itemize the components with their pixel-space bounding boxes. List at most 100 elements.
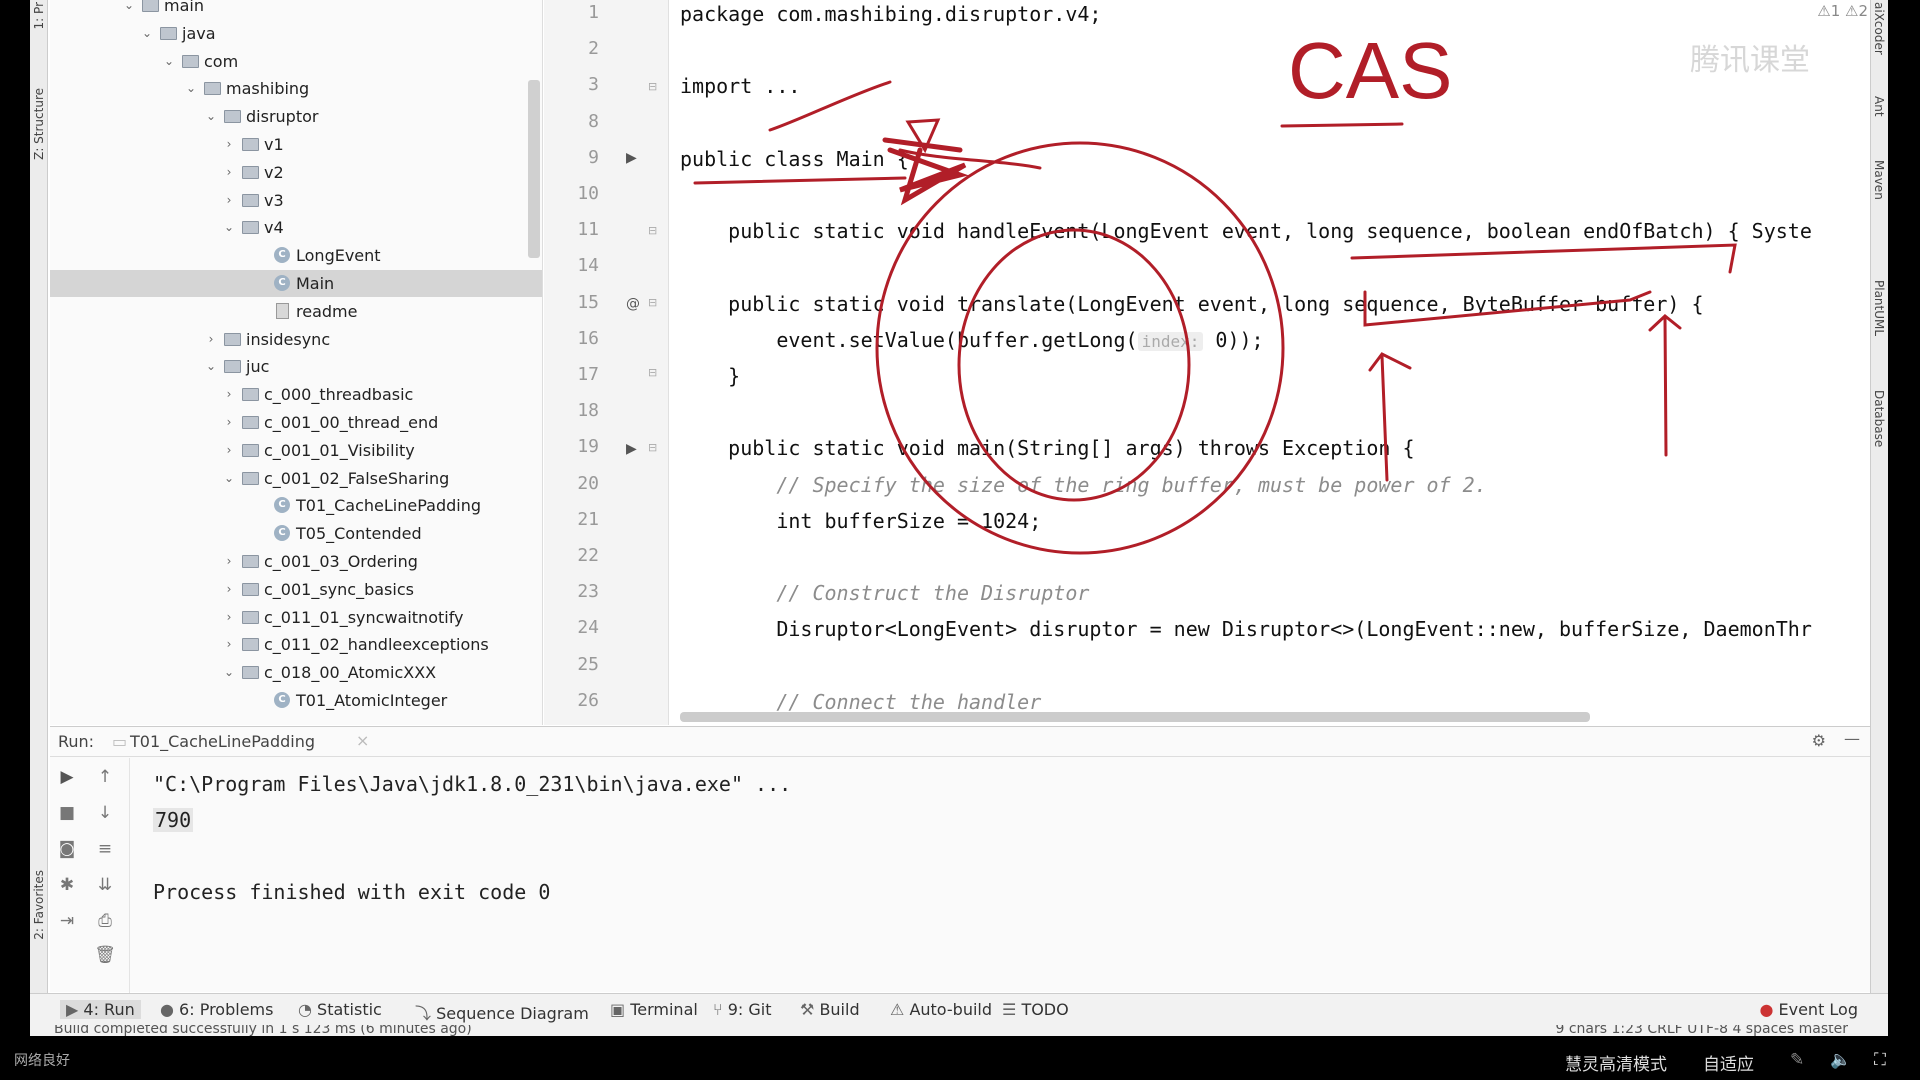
tool-tab[interactable]: ⚠ Auto-build <box>890 1000 992 1019</box>
tree-item[interactable]: C T01_AtomicInteger <box>50 687 542 714</box>
chevron-right-icon[interactable]: › <box>222 159 236 186</box>
right-tool-tab[interactable]: Ant <box>1872 96 1886 117</box>
print-icon[interactable]: ⎙ <box>94 910 116 932</box>
trash-icon[interactable]: 🗑 <box>94 944 116 966</box>
tool-tab[interactable]: ◔ Statistic <box>298 1000 382 1019</box>
fullscreen-icon[interactable]: ⛶ <box>1874 1050 1886 1070</box>
code-line[interactable]: Disruptor<LongEvent> disruptor = new Dis… <box>680 617 1812 641</box>
chevron-right-icon[interactable]: › <box>222 409 236 436</box>
chevron-down-icon[interactable]: ⌄ <box>204 103 218 130</box>
volume-icon[interactable]: 🔈 <box>1830 1050 1851 1070</box>
chevron-down-icon[interactable]: ⌄ <box>122 0 136 19</box>
tree-item[interactable]: › c_001_00_thread_end <box>50 409 542 436</box>
event-log-button[interactable]: ● Event Log <box>1759 1000 1858 1019</box>
tree-item[interactable]: ⌄ juc <box>50 353 542 380</box>
structure-tool-tab[interactable]: Z: Structure <box>32 88 46 160</box>
tool-tab[interactable]: ⤵ Sequence Diagram <box>415 1000 589 1024</box>
right-tool-tab[interactable]: aiXcoder <box>1872 2 1886 55</box>
chevron-down-icon[interactable]: ⌄ <box>222 214 236 241</box>
tool-tab[interactable]: ▶ 4: Run <box>60 1000 141 1019</box>
tree-item[interactable]: › c_001_sync_basics <box>50 576 542 603</box>
tree-item[interactable]: › c_001_01_Visibility <box>50 437 542 464</box>
gear-icon[interactable]: ⚙ <box>1812 731 1826 750</box>
tree-item[interactable]: ⌄ java <box>50 20 542 47</box>
tree-item[interactable]: › v2 <box>50 159 542 186</box>
code-line[interactable]: public static void handleEvent(LongEvent… <box>680 219 1812 243</box>
code-editor[interactable]: ⚠1 ⚠2 package com.mashibing.disruptor.v4… <box>670 0 1888 725</box>
tree-item[interactable]: ⌄ c_018_00_AtomicXXX <box>50 659 542 686</box>
favorites-tool-tab[interactable]: 2: Favorites <box>32 870 46 940</box>
chevron-down-icon[interactable]: ⌄ <box>222 659 236 686</box>
chevron-down-icon[interactable]: ⌄ <box>204 353 218 380</box>
code-line[interactable]: package com.mashibing.disruptor.v4; <box>680 2 1101 26</box>
tree-item[interactable]: › c_011_02_handleexceptions <box>50 631 542 658</box>
close-tab-icon[interactable]: × <box>356 731 369 750</box>
tree-item[interactable]: ⌄ c_001_02_FalseSharing <box>50 465 542 492</box>
right-tool-tab[interactable]: Maven <box>1872 160 1886 200</box>
tool-tab[interactable]: ⑂ 9: Git <box>713 1000 771 1019</box>
code-line[interactable]: // Connect the handler <box>680 690 1041 714</box>
chevron-down-icon[interactable]: ⌄ <box>222 465 236 492</box>
override-gutter-icon[interactable]: @ <box>626 296 640 312</box>
tree-item[interactable]: › v3 <box>50 187 542 214</box>
quality-button[interactable]: 慧灵高清模式 <box>1565 1050 1667 1075</box>
run-gutter-icon[interactable]: ▶ <box>626 441 637 457</box>
chevron-right-icon[interactable]: › <box>222 437 236 464</box>
tree-item[interactable]: › v1 <box>50 131 542 158</box>
inspection-widget[interactable]: ⚠1 ⚠2 <box>1817 2 1868 20</box>
code-line[interactable]: public static void main(String[] args) t… <box>680 436 1414 460</box>
tree-item[interactable]: ⌄ disruptor <box>50 103 542 130</box>
fold-icon[interactable]: ⊟ <box>648 441 657 454</box>
run-gutter-icon[interactable]: ▶ <box>626 150 637 166</box>
code-line[interactable]: // Specify the size of the ring buffer, … <box>680 473 1486 497</box>
chevron-right-icon[interactable]: › <box>222 631 236 658</box>
chevron-down-icon[interactable]: ⌄ <box>140 20 154 47</box>
rerun-icon[interactable]: ▶ <box>56 766 78 788</box>
code-line[interactable]: import ... <box>680 74 800 98</box>
tree-item[interactable]: readme <box>50 298 542 325</box>
chevron-right-icon[interactable]: › <box>222 381 236 408</box>
chevron-right-icon[interactable]: › <box>222 548 236 575</box>
tree-item[interactable]: C T05_Contended <box>50 520 542 547</box>
tree-item[interactable]: ⌄ v4 <box>50 214 542 241</box>
tool-tab[interactable]: ▣ Terminal <box>610 1000 698 1019</box>
fold-icon[interactable]: ⊟ <box>648 80 657 93</box>
chevron-right-icon[interactable]: › <box>222 576 236 603</box>
right-tool-tab[interactable]: Database <box>1872 390 1886 447</box>
chevron-right-icon[interactable]: › <box>222 131 236 158</box>
up-arrow-icon[interactable]: ↑ <box>94 766 116 788</box>
scroll-to-end-icon[interactable]: ⇊ <box>94 874 116 896</box>
code-line[interactable]: event.setValue(buffer.getLong(index: 0))… <box>680 328 1263 352</box>
right-tool-tab[interactable]: PlantUML <box>1872 280 1886 336</box>
chevron-right-icon[interactable]: › <box>204 326 218 353</box>
minimize-icon[interactable]: — <box>1844 729 1860 748</box>
camera-icon[interactable]: ◙ <box>56 838 78 860</box>
tree-item[interactable]: ⌄ com <box>50 48 542 75</box>
fold-icon[interactable]: ⊟ <box>648 296 657 309</box>
chevron-down-icon[interactable]: ⌄ <box>162 48 176 75</box>
tree-item[interactable]: › c_001_03_Ordering <box>50 548 542 575</box>
tree-item[interactable]: C Main <box>50 270 542 297</box>
tree-item[interactable]: ⌄ main <box>50 0 542 19</box>
run-tab[interactable]: T01_CacheLinePadding <box>130 732 315 751</box>
code-line[interactable]: int bufferSize = 1024; <box>680 509 1041 533</box>
code-line[interactable]: public static void translate(LongEvent e… <box>680 292 1703 316</box>
soft-wrap-icon[interactable]: ≡ <box>94 838 116 860</box>
exit-icon[interactable]: ⇥ <box>56 910 78 932</box>
chevron-down-icon[interactable]: ⌄ <box>184 75 198 102</box>
tool-tab[interactable]: ● 6: Problems <box>160 1000 273 1019</box>
adapt-button[interactable]: 自适应 <box>1703 1050 1754 1075</box>
code-line[interactable]: public class Main { <box>680 147 909 171</box>
tree-item[interactable]: › c_011_01_syncwaitnotify <box>50 604 542 631</box>
tree-item[interactable]: › insidesync <box>50 326 542 353</box>
stop-icon[interactable]: ■ <box>56 802 78 824</box>
settings-icon[interactable]: ✱ <box>56 874 78 896</box>
down-arrow-icon[interactable]: ↓ <box>94 802 116 824</box>
tool-tab[interactable]: ☰ TODO <box>1002 1000 1069 1019</box>
tree-item[interactable]: ⌄ mashibing <box>50 75 542 102</box>
brush-icon[interactable]: ✎ <box>1790 1050 1804 1070</box>
project-tool-tab[interactable]: 1: Pr <box>32 2 46 29</box>
tree-item[interactable]: › c_000_threadbasic <box>50 381 542 408</box>
fold-icon[interactable]: ⊟ <box>648 366 657 379</box>
tree-item[interactable]: C LongEvent <box>50 242 542 269</box>
